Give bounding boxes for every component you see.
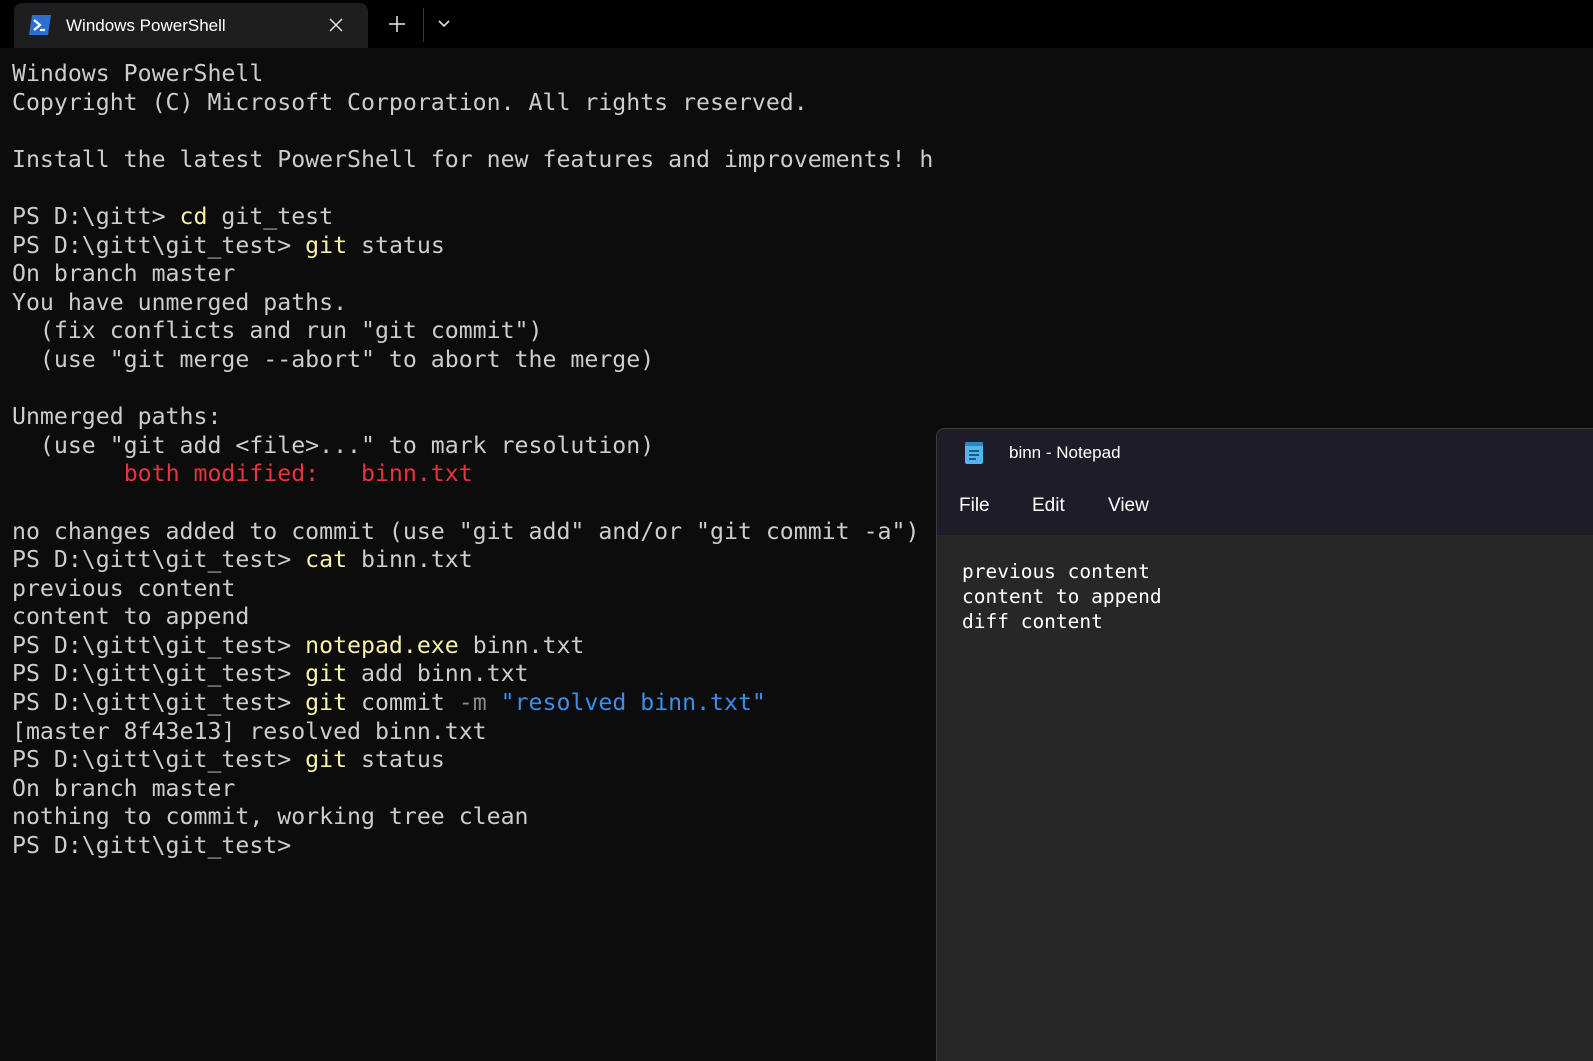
terminal-segment: "resolved binn.txt" xyxy=(500,689,766,717)
notepad-title-bar[interactable]: binn - Notepad xyxy=(937,429,1593,479)
terminal-segment: PS D:\gitt\git_test> xyxy=(12,689,306,717)
terminal-line: Install the latest PowerShell for new fe… xyxy=(12,146,932,175)
terminal-segment: git xyxy=(305,660,348,688)
terminal-segment: nothing to commit, working tree clean xyxy=(12,803,529,831)
terminal-segment xyxy=(487,689,501,716)
terminal-line: (fix conflicts and run "git commit") xyxy=(12,317,932,346)
terminal-line: PS D:\gitt\git_test> xyxy=(12,832,932,861)
terminal-line: Copyright (C) Microsoft Corporation. All… xyxy=(12,89,932,118)
terminal-segment: content to append xyxy=(12,603,250,631)
tab-windows-powershell[interactable]: Windows PowerShell xyxy=(14,3,368,48)
terminal-segment: both modified: binn.txt xyxy=(123,460,473,488)
terminal-segment: Install the latest PowerShell for new fe… xyxy=(12,145,932,173)
terminal-segment: PS D:\gitt\git_test> xyxy=(12,832,306,860)
terminal-segment: Windows PowerShell xyxy=(12,60,264,87)
terminal-line: You have unmerged paths. xyxy=(12,289,932,318)
terminal-line: nothing to commit, working tree clean xyxy=(12,803,932,832)
terminal-segment: commit xyxy=(347,689,459,717)
terminal-segment: PS D:\gitt\git_test> xyxy=(12,660,306,688)
terminal-segment: (fix conflicts and run "git commit") xyxy=(12,317,543,345)
terminal-segment: notepad.exe xyxy=(305,631,459,659)
title-bar: Windows PowerShell xyxy=(0,0,1593,48)
menu-view[interactable]: View xyxy=(1108,495,1149,517)
terminal-line: PS D:\gitt\git_test> git commit -m "reso… xyxy=(12,689,932,718)
terminal-segment: no changes added to commit (use "git add… xyxy=(12,517,920,545)
terminal-segment: previous content xyxy=(12,574,236,602)
terminal-segment: (use "git merge --abort" to abort the me… xyxy=(12,345,655,373)
new-tab-button[interactable] xyxy=(382,10,412,38)
menu-edit[interactable]: Edit xyxy=(1032,495,1065,517)
terminal-segment: (use "git add <file>..." to mark resolut… xyxy=(12,431,655,459)
terminal-line: PS D:\gitt\git_test> notepad.exe binn.tx… xyxy=(12,632,932,661)
terminal-segment: -m xyxy=(458,689,487,717)
terminal-segment: Copyright (C) Microsoft Corporation. All… xyxy=(12,88,808,116)
notepad-title: binn - Notepad xyxy=(1009,443,1121,462)
terminal-line: no changes added to commit (use "git add… xyxy=(12,518,932,547)
terminal-line: (use "git merge --abort" to abort the me… xyxy=(12,346,932,375)
terminal-segment: status xyxy=(347,231,445,259)
terminal-segment: On branch master xyxy=(12,260,236,288)
terminal-segment: binn.txt xyxy=(458,631,585,659)
terminal-segment: PS D:\gitt\git_test> xyxy=(12,231,306,259)
terminal-line: content to append xyxy=(12,603,932,632)
close-icon[interactable] xyxy=(324,13,348,37)
terminal-line: PS D:\gitt> cd git_test xyxy=(12,203,932,232)
notepad-content[interactable]: previous content content to append diff … xyxy=(962,559,1162,634)
terminal-segment xyxy=(12,460,124,487)
notepad-window: binn - Notepad File Edit View previous c… xyxy=(936,428,1593,1061)
tab-title: Windows PowerShell xyxy=(66,16,226,35)
terminal-line: PS D:\gitt\git_test> git add binn.txt xyxy=(12,660,932,689)
terminal-segment: PS D:\gitt\git_test> xyxy=(12,631,306,659)
terminal-line: On branch master xyxy=(12,260,932,289)
chevron-down-icon xyxy=(438,20,450,28)
terminal-segment: git xyxy=(305,746,348,774)
terminal-line: On branch master xyxy=(12,775,932,804)
terminal-segment: status xyxy=(347,746,445,774)
terminal-line: (use "git add <file>..." to mark resolut… xyxy=(12,432,932,461)
terminal-segment: PS D:\gitt\git_test> xyxy=(12,746,306,774)
terminal-line: PS D:\gitt\git_test> cat binn.txt xyxy=(12,546,932,575)
tab-dropdown-button[interactable] xyxy=(430,10,458,38)
terminal-segment: PS D:\gitt> xyxy=(12,202,180,230)
terminal-segment: add binn.txt xyxy=(347,660,529,688)
terminal-line: previous content xyxy=(12,575,932,604)
menu-file[interactable]: File xyxy=(959,495,990,517)
tab-divider xyxy=(423,8,424,42)
terminal-segment: PS D:\gitt\git_test> xyxy=(12,546,306,574)
terminal-segment: git_test xyxy=(207,202,334,230)
plus-icon xyxy=(389,16,405,32)
terminal-line: Windows PowerShell xyxy=(12,60,932,89)
terminal-segment: git xyxy=(305,689,348,717)
terminal-segment: On branch master xyxy=(12,774,236,802)
terminal-segment: git xyxy=(305,231,348,259)
terminal-line: both modified: binn.txt xyxy=(12,460,932,489)
terminal-segment: cat xyxy=(305,546,348,574)
terminal-segment: You have unmerged paths. xyxy=(12,288,348,316)
notepad-icon xyxy=(963,441,985,465)
terminal-output[interactable]: Windows PowerShell Copyright (C) Microsof… xyxy=(12,60,932,1050)
powershell-icon xyxy=(28,14,52,36)
terminal-line: [master 8f43e13] resolved binn.txt xyxy=(12,718,932,747)
terminal-line: PS D:\gitt\git_test> git status xyxy=(12,746,932,775)
terminal-segment: binn.txt xyxy=(347,546,473,574)
terminal-segment: cd xyxy=(179,202,208,230)
notepad-menu-bar: File Edit View xyxy=(937,479,1593,535)
terminal-line: PS D:\gitt\git_test> git status xyxy=(12,232,932,261)
terminal-line: Unmerged paths: xyxy=(12,403,932,432)
terminal-segment: Unmerged paths: xyxy=(12,403,222,431)
terminal-segment: [master 8f43e13] resolved binn.txt xyxy=(12,717,487,745)
notepad-editor[interactable]: previous content content to append diff … xyxy=(937,535,1593,1061)
